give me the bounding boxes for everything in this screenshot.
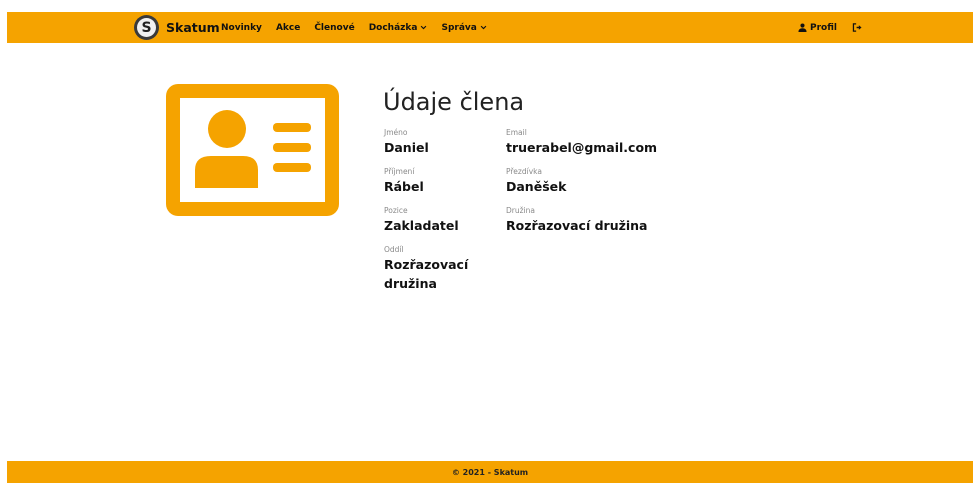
field-label: Oddíl [384,245,404,254]
brand-logo-icon: S [134,15,159,40]
field-label: Pozice [384,206,408,215]
field-value: Zakladatel [384,218,459,233]
page-title: Údaje člena [383,88,525,116]
nav-item-label: Správa [441,22,477,33]
nav-item-sprava-dropdown[interactable]: Správa [441,22,487,33]
user-nav: Profil [798,12,863,43]
chevron-down-icon [421,25,427,30]
nav-item-akce[interactable]: Akce [276,23,300,33]
logout-button[interactable] [852,23,863,32]
brand-logo-letter: S [137,18,156,37]
field-value: Daněšek [506,179,567,194]
field-value: Rábel [384,179,424,194]
field-last-name: Příjmení Rábel [384,167,424,196]
nav-item-clenove[interactable]: Členové [314,23,354,33]
footer: © 2021 - Skatum [7,461,973,483]
nav-item-label: Docházka [368,22,418,33]
profile-label: Profil [810,22,837,33]
brand-link[interactable]: S Skatum [134,15,220,40]
nav-item-dochazka-dropdown[interactable]: Docházka [369,23,428,33]
nav-item-label: Akce [275,22,301,33]
chevron-down-icon [480,25,487,30]
field-value: Rozřazovací družina [506,218,648,233]
field-value: Rozřazovací družina [384,257,469,291]
nav-item-label: Novinky [221,22,262,33]
field-value: truerabel@gmail.com [506,140,658,155]
field-label: Družina [506,206,535,215]
nav-item-label: Členové [314,22,355,33]
field-nickname: Přezdívka Daněšek [506,167,566,196]
field-label: Email [506,128,527,137]
field-label: Příjmení [384,167,415,176]
id-card-icon [166,84,339,216]
profile-link[interactable]: Profil [798,23,837,33]
field-value: Daniel [384,140,429,155]
main-nav: Novinky Akce Členové Docházka Správa [221,12,487,43]
field-label: Jméno [384,128,408,137]
brand-name: Skatum [166,20,220,35]
field-label: Přezdívka [506,167,542,176]
footer-text: © 2021 - Skatum [451,467,529,477]
field-unit: Oddíl Rozřazovací družina [384,245,474,293]
top-navbar: S Skatum Novinky Akce Členové Docházka S… [7,12,973,43]
field-email: Email truerabel@gmail.com [506,128,657,157]
field-first-name: Jméno Daniel [384,128,429,157]
sign-out-icon [852,23,862,32]
field-position: Pozice Zakladatel [384,206,459,235]
user-icon [798,23,807,32]
field-squad: Družina Rozřazovací družina [506,206,648,235]
nav-item-novinky[interactable]: Novinky [221,23,262,33]
